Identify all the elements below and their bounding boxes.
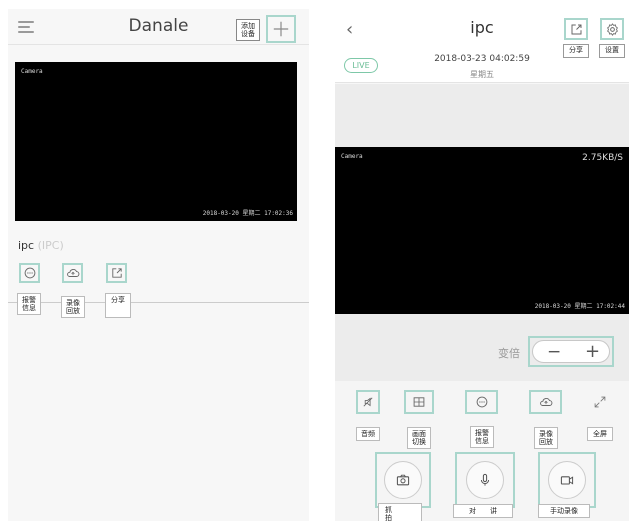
playback-label: 录像 回放 [534,427,558,449]
snapshot-circle [384,461,422,499]
fullscreen-button[interactable] [588,390,612,414]
talk-label: 对 讲 [453,504,513,518]
video-timestamp: 2018-03-20 星期二 17:02:44 [534,303,625,310]
audio-label: 音频 [356,427,380,441]
share-icon [571,24,581,34]
share-icon [111,268,122,278]
zoom-label: 变倍 [498,347,520,360]
fullscreen-label: 全屏 [587,427,613,441]
snapshot-label: 抓 拍 [378,503,422,521]
playback-button[interactable] [529,390,562,414]
video-top-padding [335,84,629,147]
cloud-icon [539,398,552,406]
playback-button[interactable] [62,263,83,283]
playback-label: 录像 回放 [61,296,85,318]
zoom-out-button[interactable]: − [547,342,561,362]
divider [8,302,309,303]
top-bar: Danale 添加 设备 [8,9,309,45]
view-switch-button[interactable] [404,390,434,414]
record-circle [548,461,586,499]
video-timestamp: 2018-03-20 星期二 17:02:36 [202,210,293,217]
share-button[interactable] [564,18,588,40]
message-icon [476,396,487,408]
screenshot-canvas: Danale 添加 设备 Camera 2018-03-20 星期二 17:02… [0,0,629,525]
talk-circle [466,461,504,499]
message-icon [24,267,35,279]
share-button[interactable] [106,263,127,283]
device-type: (IPC) [37,239,64,252]
device-name[interactable]: ipc (IPC) [18,239,64,252]
cloud-icon [66,269,79,277]
alarm-info-label: 报警 信息 [17,293,41,315]
add-plus-button[interactable] [266,15,296,43]
device-list-screen: Danale 添加 设备 Camera 2018-03-20 星期二 17:02… [8,9,309,521]
live-view-screen: ‹ ipc 分享 设置 LIVE 2018-03-23 04:02:59 星期五… [335,9,629,521]
device-name-text: ipc [18,239,35,252]
manual-record-button[interactable] [538,452,596,508]
mute-icon [363,397,373,407]
zoom-control: − + [528,336,614,367]
date-time: 2018-03-23 04:02:59 [434,54,530,64]
grid-icon [413,397,425,407]
add-device-button[interactable]: 添加 设备 [236,19,260,41]
talk-button[interactable] [455,452,515,508]
gear-icon [606,22,618,36]
data-rate: 2.75KB/S [582,153,623,163]
video-record-icon [560,476,574,485]
top-bar: ‹ ipc 分享 设置 LIVE 2018-03-23 04:02:59 星期五 [335,9,629,83]
alarm-info-button[interactable] [465,390,498,414]
weekday: 星期五 [470,70,494,79]
plus-icon [273,21,289,37]
app-title: Danale [128,16,189,36]
manual-record-label: 手动录像 [538,504,590,518]
camera-label: Camera [21,68,43,75]
snapshot-button[interactable] [375,452,431,508]
camera-preview[interactable]: Camera 2018-03-20 星期二 17:02:36 [15,62,297,221]
live-video[interactable]: Camera 2.75KB/S 2018-03-20 星期二 17:02:44 [335,147,629,314]
camera-icon [396,474,410,486]
zoom-pill: − + [532,340,610,363]
share-label: 分享 [105,293,131,318]
alarm-info-label: 报警 信息 [470,426,494,448]
camera-label: Camera [341,153,363,160]
alarm-info-button[interactable] [19,263,40,283]
view-switch-label: 画面 切换 [407,427,431,449]
microphone-icon [480,473,490,486]
zoom-in-button[interactable]: + [585,341,600,362]
fullscreen-icon [594,396,606,408]
audio-button[interactable] [356,390,380,414]
zoom-area: 变倍 − + [335,314,629,381]
control-panel: 音频 画面 切换 报警 信息 录像 回放 全屏 抓 拍 对 讲 手动录像 [335,381,629,521]
settings-button[interactable] [600,18,624,40]
